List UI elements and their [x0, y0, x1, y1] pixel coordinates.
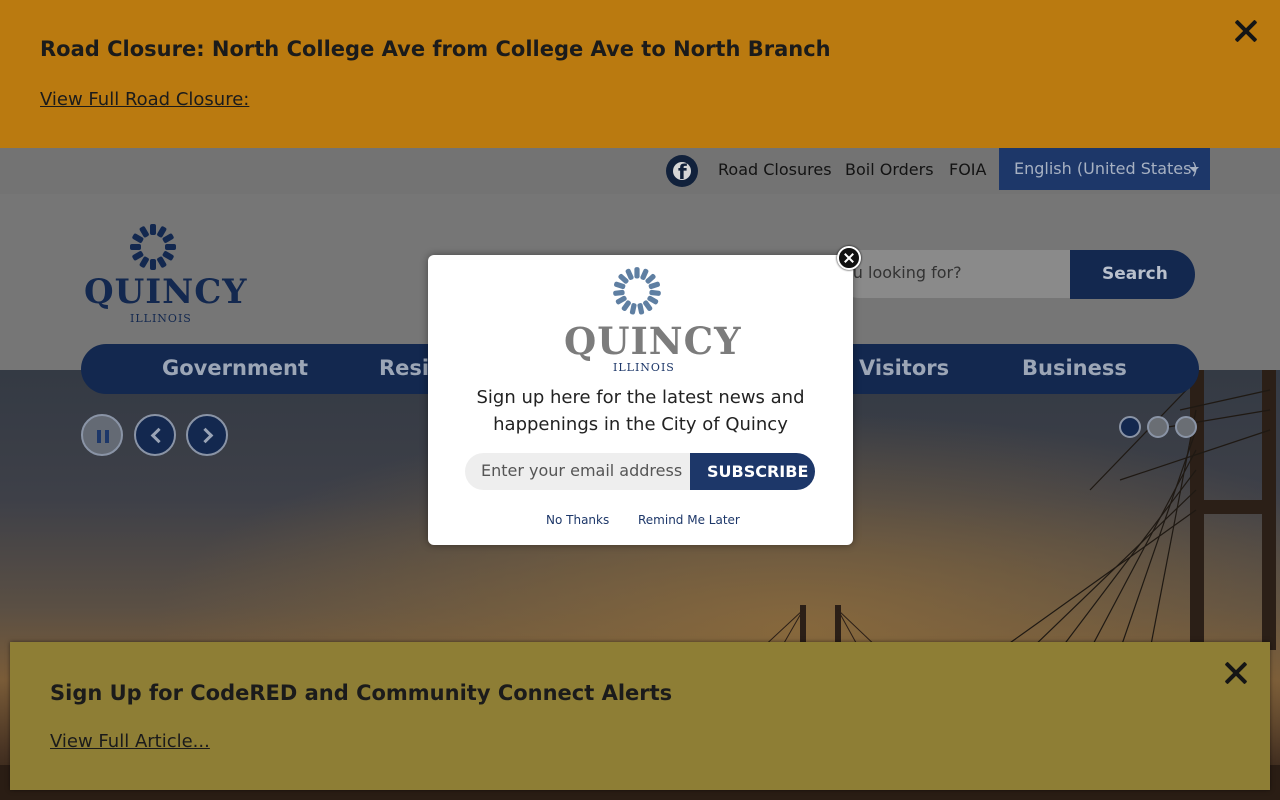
search-button-label: Search	[1102, 264, 1168, 284]
utility-bar: f Road Closures Boil Orders FOIA English…	[0, 148, 1280, 194]
close-icon[interactable]	[1232, 17, 1260, 45]
coderead-alert: Sign Up for CodeRED and Community Connec…	[10, 642, 1270, 790]
search-placeholder: ou looking for?	[843, 263, 962, 282]
language-label: English (United States)	[1014, 159, 1198, 178]
sunburst-icon	[613, 267, 661, 315]
language-select[interactable]: English (United States)	[999, 148, 1210, 190]
close-icon[interactable]	[1222, 659, 1250, 687]
nav-item-business[interactable]: Business	[1022, 356, 1127, 380]
facebook-icon[interactable]: f	[666, 155, 698, 187]
subscribe-button[interactable]: SUBSCRIBE	[690, 453, 815, 490]
search-button[interactable]: Search	[1070, 250, 1195, 299]
close-icon[interactable]	[837, 246, 861, 270]
newsletter-modal: QUINCY ILLINOIS Sign up here for the lat…	[428, 246, 861, 545]
logo-wordmark: QUINCY	[84, 272, 248, 312]
alert-link[interactable]: View Full Article...	[50, 731, 210, 752]
email-field[interactable]: Enter your email address	[465, 453, 725, 490]
nav-item-visitors[interactable]: Visitors	[859, 356, 949, 380]
pause-button[interactable]	[81, 414, 123, 456]
email-placeholder: Enter your email address	[481, 461, 683, 480]
slide-dot-2[interactable]	[1147, 416, 1169, 438]
logo-subtitle: ILLINOIS	[130, 312, 192, 325]
chevron-right-icon	[197, 427, 214, 444]
previous-slide-button[interactable]	[134, 414, 176, 456]
next-slide-button[interactable]	[186, 414, 228, 456]
modal-logo-wordmark: QUINCY	[564, 319, 742, 363]
alert-title: Sign Up for CodeRED and Community Connec…	[50, 681, 673, 705]
modal-logo: QUINCY ILLINOIS	[564, 265, 741, 375]
boil-orders-link[interactable]: Boil Orders	[845, 160, 934, 179]
nav-item-residents[interactable]: Resi	[379, 356, 429, 380]
slide-dot-1[interactable]	[1119, 416, 1141, 438]
sunburst-icon	[130, 224, 176, 270]
no-thanks-link[interactable]: No Thanks	[546, 513, 609, 527]
search-input[interactable]: ou looking for?	[835, 250, 1075, 298]
foia-link[interactable]: FOIA	[949, 160, 986, 179]
road-closures-link[interactable]: Road Closures	[718, 160, 832, 179]
slide-dot-3[interactable]	[1175, 416, 1197, 438]
road-closure-alert: Road Closure: North College Ave from Col…	[0, 0, 1280, 148]
quincy-logo[interactable]: QUINCY ILLINOIS	[84, 222, 247, 327]
alert-title: Road Closure: North College Ave from Col…	[40, 37, 831, 61]
nav-item-government[interactable]: Government	[162, 356, 308, 380]
chevron-left-icon	[150, 427, 167, 444]
modal-logo-subtitle: ILLINOIS	[613, 361, 675, 374]
modal-message: Sign up here for the latest news and hap…	[476, 387, 805, 435]
alert-link[interactable]: View Full Road Closure:	[40, 89, 249, 110]
chevron-down-icon	[1189, 167, 1199, 172]
subscribe-label: SUBSCRIBE	[707, 462, 809, 481]
remind-later-link[interactable]: Remind Me Later	[638, 513, 740, 527]
